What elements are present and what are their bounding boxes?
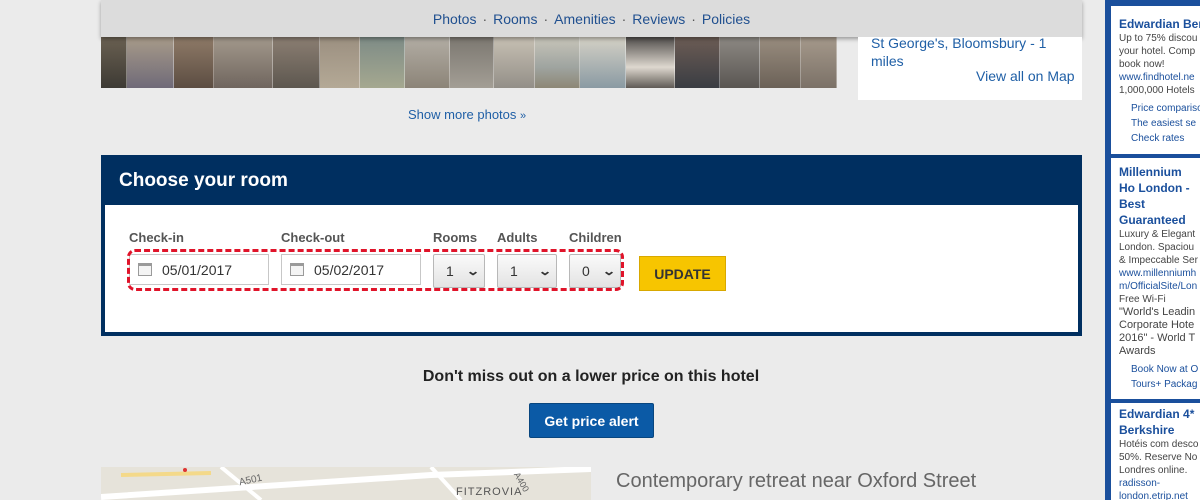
nav-separator: ·	[691, 10, 696, 27]
photo-thumbnail[interactable]	[213, 36, 273, 88]
photo-thumbnail[interactable]	[404, 36, 451, 88]
ad-sublink[interactable]: Price comparison	[1119, 101, 1200, 116]
view-map-link[interactable]: View all on Map	[976, 68, 1075, 84]
photo-thumbnail[interactable]	[580, 36, 626, 88]
photo-thumbnail[interactable]	[174, 36, 214, 88]
ad-text: 1,000,000 Hotels	[1119, 85, 1195, 96]
nav-reviews[interactable]: Reviews	[632, 11, 685, 27]
ad-text: Up to 75% discou	[1119, 33, 1198, 44]
nearby-location[interactable]: St George's, Bloomsbury - 1 miles	[871, 34, 1071, 70]
show-more-label: Show more photos	[408, 107, 517, 122]
nav-policies[interactable]: Policies	[702, 11, 750, 27]
adults-label: Adults	[497, 230, 538, 245]
checkout-label: Check-out	[281, 230, 345, 245]
ad-text: London. Spaciou	[1119, 242, 1195, 253]
ad-text: 50%. Reserve No	[1119, 452, 1198, 463]
hotel-description-heading: Contemporary retreat near Oxford Street	[616, 470, 977, 492]
photo-thumbnail[interactable]	[127, 36, 175, 88]
map-preview[interactable]: A501 FITZROVIA A400	[101, 467, 591, 500]
checkin-label: Check-in	[129, 230, 184, 245]
photo-thumbnail[interactable]	[720, 36, 760, 88]
nav-separator: ·	[621, 10, 627, 27]
photo-thumbnail[interactable]	[493, 36, 536, 88]
section-nav: Photos · Rooms · Amenities · Reviews · P…	[101, 0, 1082, 37]
ad-title[interactable]: Edwardian Ber	[1119, 16, 1200, 32]
nav-amenities[interactable]: Amenities	[554, 11, 615, 27]
ad-text: Londres online.	[1119, 465, 1188, 476]
children-label: Children	[569, 230, 622, 245]
photo-strip[interactable]	[101, 36, 837, 88]
ads-content: Edwardian Ber Up to 75% discou your hote…	[1111, 6, 1200, 500]
map-label-area: FITZROVIA	[456, 486, 523, 498]
ad-text: Hotéis com desco	[1119, 439, 1199, 450]
ad-divider	[1111, 154, 1200, 158]
ad-sublink[interactable]: Book Now at O	[1119, 362, 1200, 377]
ad-text: Free Wi-Fi	[1119, 294, 1166, 305]
ad-sublink[interactable]: Tours+ Packag	[1119, 377, 1200, 392]
ad-sublink[interactable]: The easiest se	[1119, 116, 1200, 131]
photo-thumbnail[interactable]	[101, 36, 128, 88]
highlight-outline	[127, 249, 624, 291]
photo-thumbnail[interactable]	[801, 36, 837, 88]
nav-separator: ·	[482, 10, 488, 27]
ad-text: Luxury & Elegant	[1119, 229, 1196, 240]
ad-block[interactable]: Millennium Ho London - Best Guaranteed L…	[1119, 164, 1199, 392]
double-chevron-down-icon: »	[520, 110, 527, 122]
ad-quote: "World's Leadin Corporate Hote 2016" - W…	[1119, 306, 1196, 357]
photo-thumbnail[interactable]	[450, 36, 494, 88]
ad-text: & Impeccable Ser	[1119, 255, 1198, 266]
photo-thumbnail[interactable]	[359, 36, 405, 88]
ad-sublink[interactable]: Check rates	[1119, 131, 1200, 146]
nav-photos[interactable]: Photos	[433, 11, 477, 27]
photo-thumbnail[interactable]	[759, 36, 802, 88]
ad-title[interactable]: Edwardian 4* Berkshire	[1119, 406, 1199, 438]
rooms-label: Rooms	[433, 230, 478, 245]
nav-separator: ·	[543, 10, 549, 27]
ad-url[interactable]: radisson-london.etrip.net	[1119, 477, 1199, 500]
ad-text: your hotel. Comp	[1119, 46, 1196, 57]
photo-thumbnail[interactable]	[625, 36, 675, 88]
ad-block[interactable]: Edwardian 4* Berkshire Hotéis com desco …	[1119, 406, 1199, 500]
get-price-alert-button[interactable]: Get price alert	[529, 403, 654, 438]
show-more-photos-link[interactable]: Show more photos »	[408, 107, 526, 122]
ad-divider	[1111, 399, 1200, 403]
ad-text: book now!	[1119, 59, 1165, 70]
nav-rooms[interactable]: Rooms	[493, 11, 537, 27]
photo-thumbnail[interactable]	[535, 36, 581, 88]
price-alert-message: Don't miss out on a lower price on this …	[422, 368, 760, 385]
ad-title[interactable]: Millennium Ho London - Best Guaranteed	[1119, 164, 1199, 228]
photo-thumbnail[interactable]	[319, 36, 360, 88]
photo-thumbnail[interactable]	[272, 36, 320, 88]
photo-thumbnail[interactable]	[674, 36, 721, 88]
ad-url[interactable]: www.millenniumh m/OfficialSite/Lon	[1119, 267, 1199, 293]
ad-block[interactable]: Edwardian Ber Up to 75% discou your hote…	[1119, 16, 1200, 146]
ad-url[interactable]: www.findhotel.ne	[1119, 71, 1200, 84]
update-button[interactable]: UPDATE	[639, 256, 726, 291]
panel-title: Choose your room	[119, 170, 288, 191]
